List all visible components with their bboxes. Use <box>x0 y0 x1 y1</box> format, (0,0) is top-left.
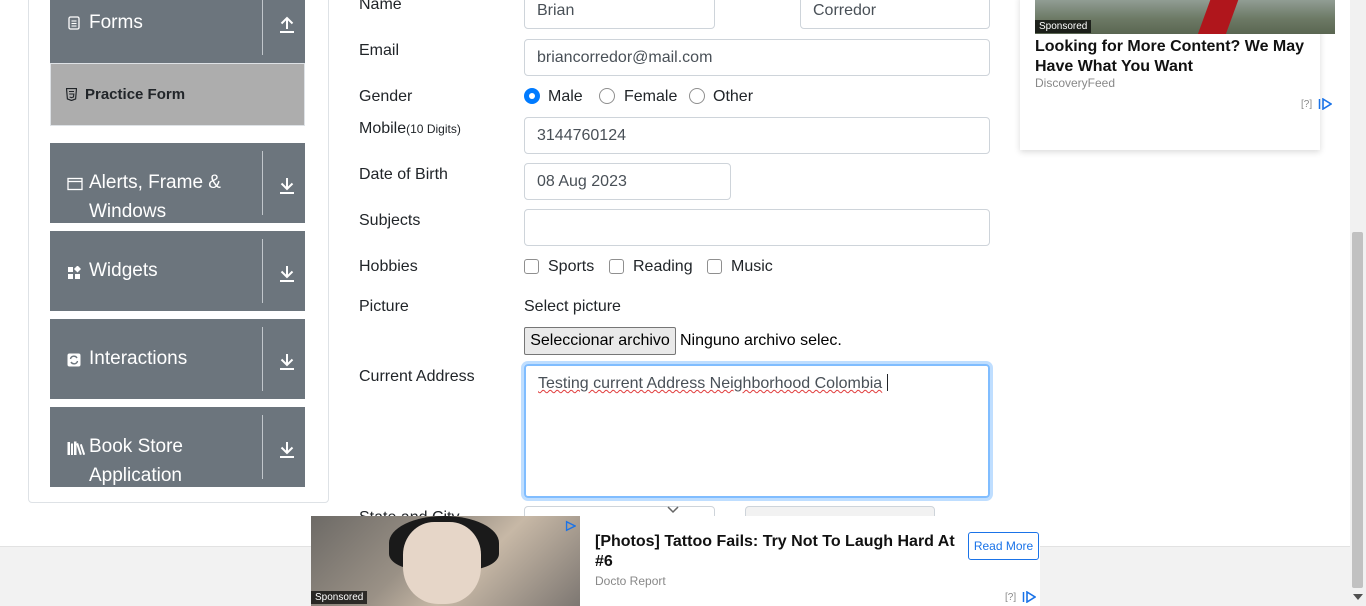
gender-male-radio[interactable] <box>524 88 540 104</box>
chevron-down-icon[interactable] <box>667 506 679 514</box>
gender-female-radio[interactable] <box>599 88 615 104</box>
mobile-input[interactable]: 3144760124 <box>524 117 990 154</box>
ad-headline[interactable]: [Photos] Tattoo Fails: Try Not To Laugh … <box>595 532 955 572</box>
sidebar-group-interactions[interactable]: Interactions <box>50 319 305 399</box>
sponsored-badge: Sponsored <box>1035 20 1092 33</box>
sidebar-group-widgets[interactable]: Widgets <box>50 231 305 311</box>
picture-label: Picture <box>359 298 409 315</box>
gender-label: Gender <box>359 88 413 105</box>
hobby-reading-label[interactable]: Reading <box>633 258 693 276</box>
html5-icon <box>66 88 77 101</box>
document-icon <box>68 16 80 30</box>
ad-headline[interactable]: Looking for More Content? We May Have Wh… <box>1035 37 1325 77</box>
divider <box>262 239 263 303</box>
gender-other-label[interactable]: Other <box>713 88 753 106</box>
select-picture-label: Select picture <box>524 298 621 315</box>
ad-source[interactable]: DiscoveryFeed <box>1035 76 1115 90</box>
hobbies-label: Hobbies <box>359 258 418 275</box>
sidebar-group-label: Book Store Application <box>89 436 183 486</box>
hobby-sports-checkbox[interactable] <box>524 259 539 274</box>
divider <box>262 151 263 215</box>
hobby-music-label[interactable]: Music <box>731 258 773 276</box>
text-caret <box>887 374 889 391</box>
hobby-music-checkbox[interactable] <box>707 259 722 274</box>
sidebar-item-label: Practice Form <box>85 86 186 103</box>
sidebar-group-label: Alerts, Frame & Windows <box>89 172 221 222</box>
choose-file-button[interactable]: Seleccionar archivo <box>524 327 676 355</box>
interactions-icon <box>67 353 81 367</box>
sidebar-group-label: Interactions <box>89 348 188 369</box>
down-arrow-icon[interactable] <box>279 352 295 370</box>
current-address-text: Testing current Address Neighborhood Col… <box>538 375 883 392</box>
mobile-hint: (10 Digits) <box>406 122 461 136</box>
read-more-button[interactable]: Read More <box>968 532 1039 560</box>
email-label: Email <box>359 42 400 59</box>
scrollbar-thumb[interactable] <box>1352 232 1363 588</box>
dob-label: Date of Birth <box>359 166 448 183</box>
divider <box>262 0 263 55</box>
down-arrow-icon[interactable] <box>279 176 295 194</box>
current-address-label: Current Address <box>359 368 475 385</box>
ad-help-link[interactable]: [?] <box>1301 99 1312 110</box>
first-name-input[interactable]: Brian <box>524 0 715 29</box>
ad-source[interactable]: Docto Report <box>595 574 666 588</box>
email-input[interactable]: briancorredor@mail.com <box>524 39 990 76</box>
mobile-label: Mobile(10 Digits) <box>359 120 461 138</box>
down-arrow-icon[interactable] <box>279 264 295 282</box>
date-of-birth-input[interactable]: 08 Aug 2023 <box>524 163 731 200</box>
sidebar-item-practice-form[interactable]: Practice Form <box>50 63 305 126</box>
current-address-textarea[interactable]: Testing current Address Neighborhood Col… <box>524 364 990 498</box>
ad-image-face <box>403 522 481 604</box>
gender-other-radio[interactable] <box>689 88 705 104</box>
last-name-input[interactable]: Corredor <box>800 0 990 29</box>
sidebar-group-label: Widgets <box>89 260 158 281</box>
page: Forms Practice Form Alerts, Frame & Wind… <box>0 0 1366 606</box>
adchoices-icon[interactable] <box>1022 591 1036 603</box>
hobby-reading-checkbox[interactable] <box>609 259 624 274</box>
subjects-label: Subjects <box>359 212 421 229</box>
mobile-label-text: Mobile <box>359 120 407 137</box>
sidebar-group-label: Forms <box>89 12 143 33</box>
bottom-ad[interactable]: Sponsored [Photos] Tattoo Fails: Try Not… <box>311 516 1040 606</box>
sidebar-group-book-store[interactable]: Book Store Application <box>50 407 305 487</box>
sidebar-group-forms[interactable]: Forms <box>50 0 305 63</box>
gender-male-label[interactable]: Male <box>548 88 583 106</box>
up-arrow-icon[interactable] <box>279 15 295 33</box>
hobby-sports-label[interactable]: Sports <box>548 258 594 276</box>
subjects-input[interactable] <box>524 209 990 246</box>
sponsored-badge: Sponsored <box>311 591 368 604</box>
down-arrow-icon[interactable] <box>279 440 295 458</box>
ad-help-link[interactable]: [?] <box>1005 592 1016 603</box>
gender-female-label[interactable]: Female <box>624 88 677 106</box>
ad-image-detail <box>1197 0 1241 34</box>
books-icon <box>67 441 85 455</box>
top-right-ad[interactable]: Sponsored Looking for More Content? We M… <box>1020 0 1335 150</box>
file-status: Ninguno archivo selec. <box>680 332 842 349</box>
widgets-icon <box>68 266 81 279</box>
divider <box>262 327 263 391</box>
name-label: Name <box>359 0 402 13</box>
sidebar-group-alerts[interactable]: Alerts, Frame & Windows <box>50 143 305 223</box>
adchoices-icon[interactable] <box>564 520 576 532</box>
scroll-down-arrow-icon[interactable] <box>1353 594 1363 600</box>
divider <box>262 415 263 479</box>
adchoices-icon[interactable] <box>1318 98 1332 110</box>
window-icon <box>67 177 83 191</box>
